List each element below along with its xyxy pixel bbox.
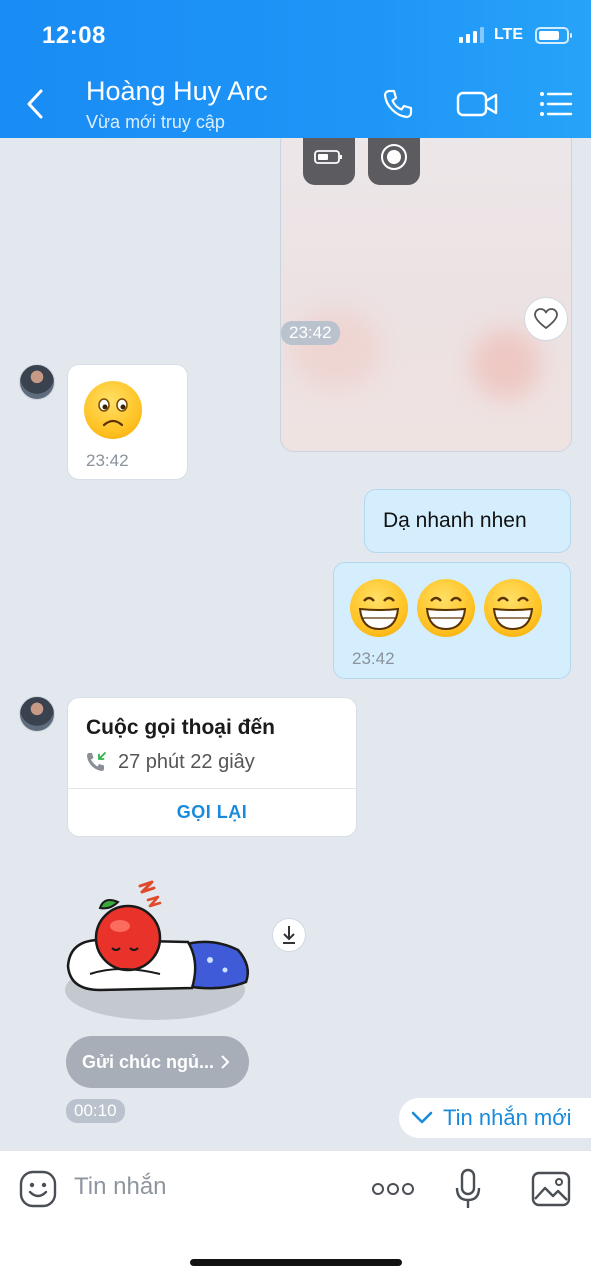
sticker-button[interactable]	[18, 1169, 58, 1209]
suggestion-label: Gửi chúc ngủ...	[82, 1051, 215, 1072]
contact-status: Vừa mới truy cập	[86, 112, 225, 132]
photo-message[interactable]	[280, 138, 572, 452]
grin-face-emoji	[484, 579, 542, 637]
grin-face-emoji	[350, 579, 408, 637]
status-time: 12:08	[42, 22, 106, 49]
image-icon	[531, 1171, 571, 1207]
download-icon	[283, 926, 295, 944]
call-duration: 27 phút 22 giây	[118, 751, 255, 773]
new-messages-button[interactable]: Tin nhắn mới	[399, 1098, 591, 1138]
avatar[interactable]	[19, 696, 55, 732]
new-messages-label: Tin nhắn mới	[443, 1105, 572, 1130]
battery-icon	[535, 26, 572, 44]
voice-record-button[interactable]	[454, 1167, 482, 1211]
sticker-suggestion-button[interactable]: Gửi chúc ngủ...	[66, 1036, 249, 1088]
voice-call-button[interactable]	[380, 84, 416, 124]
divider	[68, 788, 356, 789]
outgoing-text-message[interactable]: Dạ nhanh nhen	[364, 489, 571, 553]
signal-icon	[458, 27, 484, 43]
outgoing-emoji-message[interactable]: 23:42	[333, 562, 571, 679]
message-time: 23:42	[281, 321, 340, 345]
incoming-emoji-message[interactable]: 23:42	[67, 364, 188, 480]
smiley-icon	[19, 1170, 57, 1208]
status-indicators: LTE	[458, 26, 572, 44]
video-camera-icon	[456, 91, 498, 117]
incoming-call-card: Cuộc gọi thoại đến 27 phút 22 giây GỌI L…	[67, 697, 357, 837]
chat-header: 12:08 LTE Hoàng Huy Arc Vừa mới truy cập	[0, 0, 591, 138]
download-button[interactable]	[272, 918, 306, 952]
message-time: 23:42	[86, 451, 129, 470]
message-time: 23:42	[352, 649, 395, 668]
back-button[interactable]	[20, 86, 50, 122]
call-back-button[interactable]: GỌI LẠI	[68, 802, 356, 823]
more-dots-icon	[372, 1183, 414, 1195]
sad-face-emoji	[84, 381, 142, 439]
home-indicator	[190, 1259, 402, 1266]
chevron-right-icon	[221, 1055, 230, 1069]
battery-icon	[303, 138, 355, 185]
list-menu-icon	[540, 92, 573, 116]
chat-area[interactable]: 23:42 23:42 Dạ nhanh nhen 23:42 Cuộc gọi…	[0, 138, 591, 1150]
image-picker-button[interactable]	[530, 1169, 572, 1209]
microphone-icon	[455, 1168, 481, 1208]
message-time: 00:10	[66, 1099, 125, 1123]
chevron-down-icon	[411, 1111, 433, 1124]
network-label: LTE	[493, 26, 523, 43]
like-button[interactable]	[524, 297, 568, 341]
chevron-left-icon	[27, 89, 43, 119]
sleeping-sticker[interactable]	[60, 878, 260, 1028]
message-text: Dạ nhanh nhen	[383, 509, 527, 532]
menu-button[interactable]	[538, 84, 574, 124]
phone-icon	[383, 89, 413, 119]
message-input[interactable]: Tin nhắn	[74, 1173, 167, 1201]
more-options-button[interactable]	[370, 1177, 416, 1201]
grin-face-emoji	[417, 579, 475, 637]
contact-name[interactable]: Hoàng Huy Arc	[86, 76, 268, 107]
incoming-call-icon	[87, 752, 106, 771]
video-call-button[interactable]	[456, 84, 498, 124]
heart-icon	[534, 308, 558, 329]
avatar[interactable]	[19, 364, 55, 400]
call-title: Cuộc gọi thoại đến	[86, 716, 275, 739]
record-icon	[368, 138, 420, 185]
